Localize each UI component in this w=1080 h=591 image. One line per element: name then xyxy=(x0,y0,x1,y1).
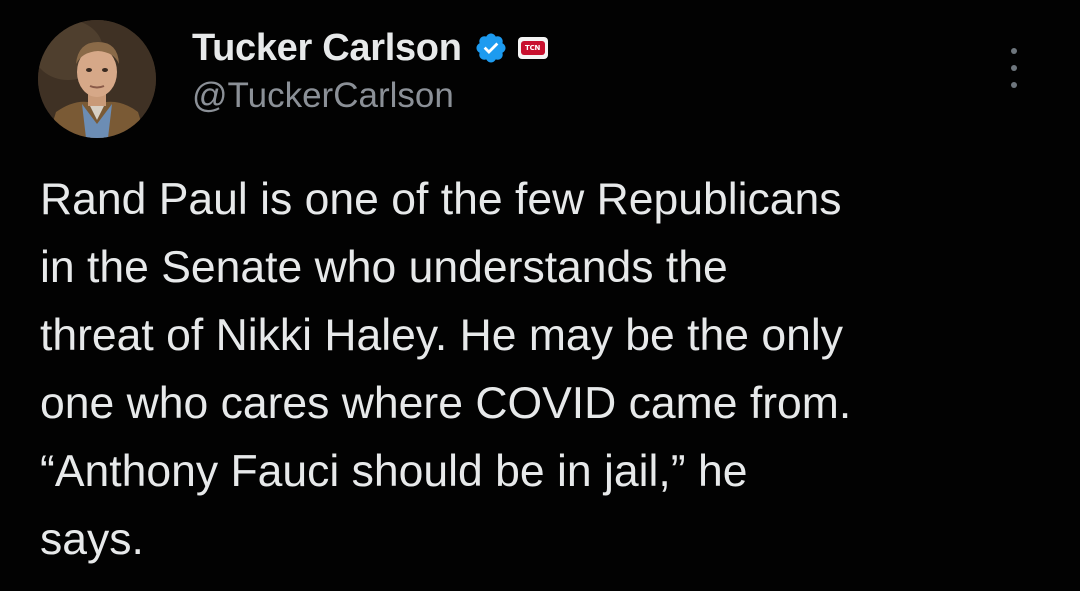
more-dot xyxy=(1011,82,1017,88)
tweet-text-line: one who cares where COVID came from. xyxy=(40,379,852,428)
tweet-text-line: “Anthony Fauci should be in jail,” he xyxy=(40,447,748,496)
more-dot xyxy=(1011,48,1017,54)
more-options-icon[interactable] xyxy=(1002,48,1026,88)
tweet-body: Rand Paul is one of the few Republicans … xyxy=(40,166,1050,574)
tweet-card: Tucker Carlson TCN @TuckerCarlson Rand P… xyxy=(0,0,1080,591)
author-handle[interactable]: @TuckerCarlson xyxy=(192,76,548,116)
affiliate-badge-label: TCN xyxy=(520,41,545,55)
tweet-text-line: says. xyxy=(40,515,144,564)
tweet-text-line: Rand Paul is one of the few Republicans xyxy=(40,175,842,224)
author-display-name[interactable]: Tucker Carlson xyxy=(192,27,462,70)
name-row: Tucker Carlson TCN xyxy=(192,22,548,74)
tweet-header: Tucker Carlson TCN @TuckerCarlson xyxy=(192,22,548,116)
affiliate-badge[interactable]: TCN xyxy=(517,37,548,59)
avatar[interactable] xyxy=(38,20,156,138)
tweet-text-line: in the Senate who understands the xyxy=(40,243,728,292)
avatar-photo xyxy=(38,20,156,138)
tweet-text-line: threat of Nikki Haley. He may be the onl… xyxy=(40,311,843,360)
verified-badge-icon[interactable] xyxy=(474,31,508,65)
more-dot xyxy=(1011,65,1017,71)
